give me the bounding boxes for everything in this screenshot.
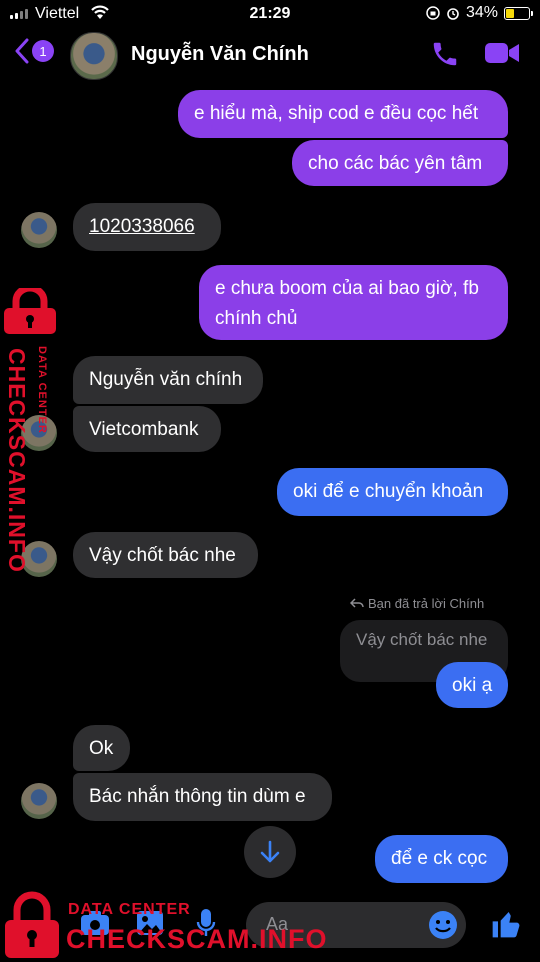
outgoing-message[interactable]: e hiểu mà, ship cod e đều cọc hết	[178, 90, 508, 138]
outgoing-message[interactable]: cho các bác yên tâm	[292, 140, 508, 186]
contact-avatar[interactable]	[70, 32, 118, 80]
microphone-icon[interactable]	[196, 908, 216, 938]
unread-badge: 1	[32, 40, 54, 62]
orientation-lock-icon	[426, 6, 440, 20]
incoming-message[interactable]: 1020338066	[73, 203, 221, 251]
watermark-side-label: DATA CENTER	[36, 346, 48, 434]
camera-icon[interactable]	[80, 910, 110, 936]
watermark-side-brand: CHECKSCAM.INFO	[4, 348, 30, 573]
image-icon[interactable]	[136, 910, 164, 936]
message-input-placeholder: Aa	[266, 914, 289, 934]
contact-avatar-small	[21, 783, 57, 819]
incoming-message[interactable]: Nguyễn văn chính	[73, 356, 263, 404]
conversation-header: 1 Nguyễn Văn Chính	[0, 30, 540, 80]
incoming-message[interactable]: Vậy chốt bác nhe	[73, 532, 258, 578]
emoji-icon[interactable]	[428, 910, 458, 940]
contact-name[interactable]: Nguyễn Văn Chính	[131, 43, 309, 66]
outgoing-message[interactable]: oki để e chuyển khoản	[277, 468, 508, 516]
thumbs-up-icon[interactable]	[490, 908, 522, 940]
contact-avatar-small	[21, 212, 57, 248]
battery-icon	[504, 6, 533, 20]
alarm-icon	[447, 8, 459, 20]
outgoing-message[interactable]: để e ck cọc	[375, 835, 508, 883]
incoming-message[interactable]: Vietcombank	[73, 406, 221, 452]
outgoing-message[interactable]: oki ạ	[436, 662, 508, 708]
status-bar: Viettel 21:29 34%	[0, 0, 540, 30]
outgoing-message[interactable]: chính chủ	[199, 304, 508, 340]
scroll-to-bottom-button[interactable]	[244, 826, 296, 878]
arrow-down-icon	[260, 840, 280, 863]
reply-label: Bạn đã trả lời Chính	[368, 596, 485, 611]
phone-icon[interactable]	[430, 39, 460, 69]
reply-icon	[349, 598, 364, 608]
video-camera-icon[interactable]	[484, 41, 520, 65]
back-button[interactable]: 1	[14, 38, 54, 64]
reply-indicator: Bạn đã trả lời Chính	[349, 596, 485, 611]
incoming-message[interactable]: Bác nhắn thông tin dùm e	[73, 773, 332, 821]
lock-icon	[4, 288, 56, 334]
back-chevron-icon	[15, 38, 29, 64]
battery-percent: 34%	[465, 4, 498, 21]
watermark-side: CHECKSCAM.INFO DATA CENTER	[2, 288, 62, 573]
incoming-message[interactable]: Ok	[73, 725, 130, 771]
composer-bar: Aa	[0, 888, 540, 960]
